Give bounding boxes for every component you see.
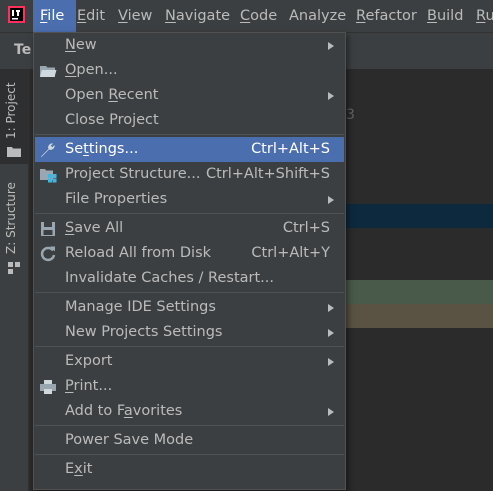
menu-item-settings[interactable]: Settings... Ctrl+Alt+S (35, 137, 344, 162)
menu-item-file-properties[interactable]: File Properties (35, 187, 344, 212)
menu-separator (35, 454, 344, 455)
sidebar-tab-project[interactable]: 1: Project (0, 69, 28, 164)
menu-item-close-project-label: Close Project (65, 112, 159, 128)
menu-item-file-properties-label: File Properties (65, 191, 168, 207)
printer-icon (40, 380, 56, 394)
menu-item-project-structure-shortcut: Ctrl+Alt+Shift+S (205, 166, 330, 182)
project-structure-icon (40, 169, 57, 183)
menu-item-reload-all-label: Reload All from Disk (65, 245, 212, 261)
menu-item-settings-shortcut: Ctrl+Alt+S (251, 141, 330, 157)
menu-item-new-projects-settings[interactable]: New Projects Settings (35, 320, 344, 345)
submenu-arrow-icon (328, 358, 334, 366)
menu-separator (35, 425, 344, 426)
menu-run[interactable]: Ru (476, 0, 493, 32)
menu-separator (35, 213, 344, 214)
menu-code-label: Code (240, 8, 278, 24)
menu-separator (35, 134, 344, 135)
project-title: Te (14, 42, 32, 58)
menu-refactor[interactable]: Refactor (356, 0, 417, 32)
menu-item-new-label: New (65, 37, 97, 53)
menu-item-open[interactable]: Open... (35, 58, 344, 83)
partial-line-number: 3 (346, 107, 355, 123)
menu-item-open-recent[interactable]: Open Recent (35, 83, 344, 108)
menu-edit-label: Edit (77, 8, 106, 24)
menu-navigate-label: Navigate (165, 8, 231, 24)
menu-item-power-save-mode[interactable]: Power Save Mode (35, 428, 344, 453)
menu-item-close-project[interactable]: Close Project (35, 108, 344, 133)
menu-item-manage-ide-settings-label: Manage IDE Settings (65, 299, 216, 315)
intellij-logo-icon[interactable] (8, 6, 25, 23)
submenu-arrow-icon (328, 304, 334, 312)
file-menu-dropdown: New Open... Open Recent Close Project Se… (33, 32, 346, 490)
sidebar-tab-project-label: 1: Project (4, 82, 18, 139)
menu-item-invalidate-caches-label: Invalidate Caches / Restart... (65, 270, 274, 286)
menu-separator (35, 292, 344, 293)
menu-view-label: View (118, 8, 153, 24)
menu-item-new-projects-settings-label: New Projects Settings (65, 324, 223, 340)
green-highlight-stripe (344, 280, 493, 304)
menu-analyze-label: Analyze (289, 8, 347, 24)
wrench-icon (41, 143, 55, 157)
menu-item-add-to-favorites-label: Add to Favorites (65, 403, 183, 419)
submenu-arrow-icon (328, 92, 334, 100)
submenu-arrow-icon (328, 329, 334, 337)
structure-icon (8, 262, 20, 274)
menu-item-reload-all-shortcut: Ctrl+Alt+Y (251, 245, 330, 261)
menu-item-new[interactable]: New (35, 33, 344, 58)
menu-item-settings-label: Settings... (65, 141, 139, 157)
menu-analyze[interactable]: Analyze (289, 0, 346, 32)
menu-item-save-all-shortcut: Ctrl+S (282, 220, 330, 236)
menu-code[interactable]: Code (240, 0, 277, 32)
menu-item-invalidate-caches[interactable]: Invalidate Caches / Restart... (35, 266, 344, 291)
menu-item-save-all[interactable]: Save All Ctrl+S (35, 216, 344, 241)
menu-view[interactable]: View (118, 0, 152, 32)
menu-file[interactable]: File (33, 0, 76, 32)
save-icon (41, 222, 55, 236)
selected-row-stripe (344, 204, 493, 228)
menu-item-export-label: Export (65, 353, 113, 369)
sidebar-tab-structure-label: Z: Structure (4, 182, 18, 254)
submenu-arrow-icon (328, 408, 334, 416)
menu-edit[interactable]: Edit (77, 0, 105, 32)
menu-separator (35, 346, 344, 347)
reload-icon (40, 246, 56, 262)
menu-item-manage-ide-settings[interactable]: Manage IDE Settings (35, 295, 344, 320)
menu-item-exit-label: Exit (65, 461, 93, 477)
menu-build[interactable]: Build (427, 0, 463, 32)
menu-item-save-all-label: Save All (65, 220, 124, 236)
menu-refactor-label: Refactor (356, 8, 417, 24)
folder-icon (7, 147, 21, 157)
folder-icon (40, 66, 57, 77)
menu-item-print-label: Print... (65, 378, 113, 394)
menu-build-label: Build (427, 8, 464, 24)
menu-run-label: Ru (476, 8, 493, 24)
menu-item-project-structure[interactable]: Project Structure... Ctrl+Alt+Shift+S (35, 162, 344, 187)
menu-item-open-recent-label: Open Recent (65, 87, 159, 103)
tool-window-sidebar: 1: Project Z: Structure (0, 69, 29, 491)
menu-item-project-structure-label: Project Structure... (65, 166, 201, 182)
menu-item-export[interactable]: Export (35, 349, 344, 374)
brown-highlight-stripe (344, 304, 493, 328)
menu-item-exit[interactable]: Exit (35, 457, 344, 482)
menu-file-label: File (40, 8, 65, 24)
menu-item-power-save-mode-label: Power Save Mode (65, 432, 194, 448)
main-menubar: File Edit View Navigate Code Analyze Ref… (0, 0, 493, 32)
submenu-arrow-icon (328, 196, 334, 204)
submenu-arrow-icon (328, 42, 334, 50)
menu-navigate[interactable]: Navigate (165, 0, 230, 32)
sidebar-tab-structure[interactable]: Z: Structure (0, 174, 28, 284)
menu-item-print[interactable]: Print... (35, 374, 344, 399)
menu-item-open-label: Open... (65, 62, 118, 78)
menu-item-reload-all[interactable]: Reload All from Disk Ctrl+Alt+Y (35, 241, 344, 266)
menu-item-add-to-favorites[interactable]: Add to Favorites (35, 399, 344, 424)
